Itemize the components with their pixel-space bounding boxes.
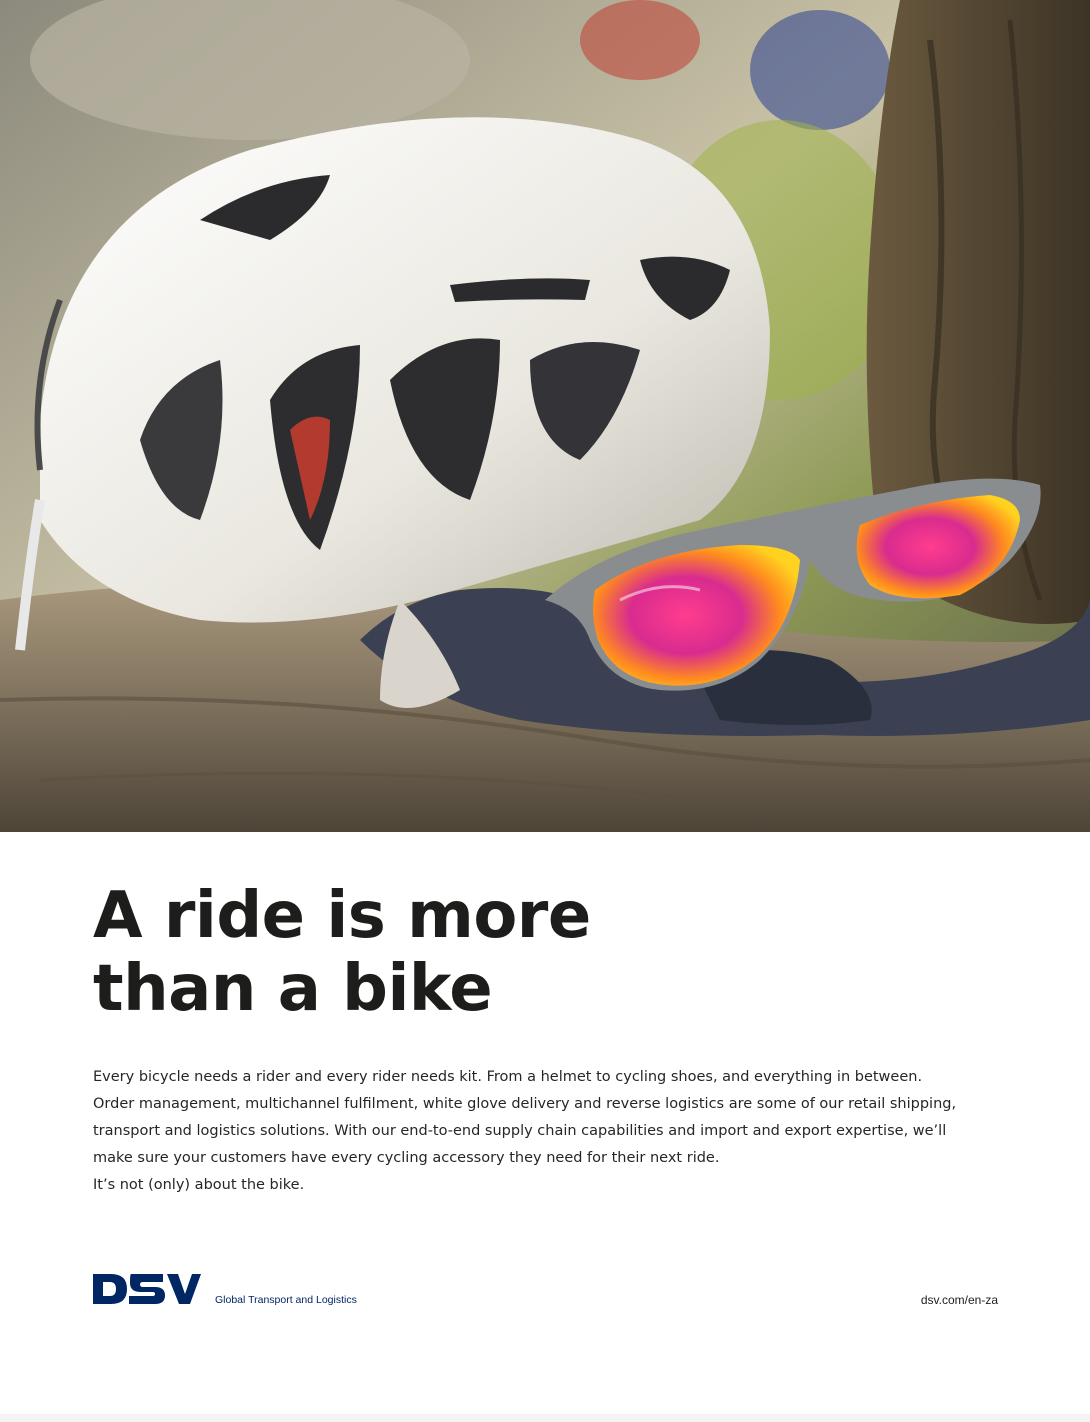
body-line-2: Order management, multichannel fulfilmen… [93, 1096, 957, 1112]
body-line-1: Every bicycle needs a rider and every ri… [93, 1069, 923, 1085]
hero-illustration [0, 0, 1090, 832]
headline: A ride is more than a bike [93, 880, 793, 1026]
body-line-5: It’s not (only) about the bike. [93, 1177, 305, 1193]
brand-tagline: Global Transport and Logistics [215, 1294, 357, 1306]
hero-photo [0, 0, 1090, 832]
page-edge [0, 1414, 1090, 1422]
website-link[interactable]: dsv.com/en-za [921, 1293, 998, 1307]
headline-line-1: A ride is more [93, 879, 591, 953]
body-line-4: make sure your customers have every cycl… [93, 1150, 720, 1166]
body-line-3: transport and logistics solutions. With … [93, 1123, 947, 1139]
dsv-logo: Global Transport and Logistics [93, 1272, 393, 1312]
body-copy: Every bicycle needs a rider and every ri… [93, 1064, 993, 1199]
headline-line-2: than a bike [93, 952, 493, 1026]
dsv-logo-mark [93, 1274, 201, 1304]
